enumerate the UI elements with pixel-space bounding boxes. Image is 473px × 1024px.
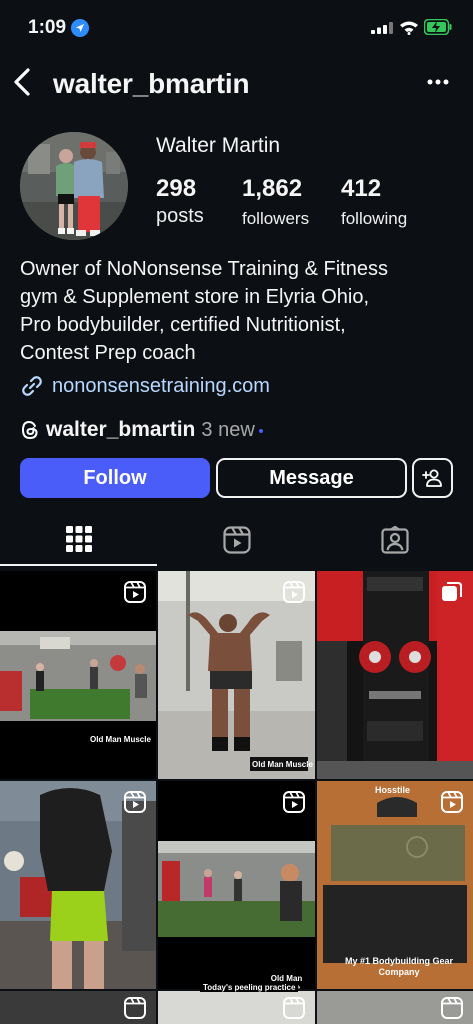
status-time: 1:09 (28, 17, 67, 38)
reel-indicator-icon (441, 997, 463, 1019)
reel-indicator-icon (283, 791, 305, 813)
back-chevron-icon[interactable] (10, 66, 38, 98)
more-options-icon[interactable] (424, 72, 452, 92)
link-text: nononsensetraining.com (52, 374, 270, 397)
tagged-icon (380, 526, 409, 554)
post-caption-2: Old Man Muscle (252, 760, 313, 769)
threads-badge[interactable]: walter_bmartin 3 new (20, 416, 263, 444)
profile-header: walter_bmartin (0, 56, 473, 110)
grid-icon (65, 526, 92, 552)
tab-tagged[interactable] (316, 518, 473, 566)
following-label: following (341, 209, 408, 228)
tab-reels[interactable] (158, 518, 315, 566)
threads-new-count: 3 new (201, 418, 255, 441)
post-thumbnail-8[interactable] (158, 991, 315, 1024)
threads-handle: walter_bmartin (46, 418, 196, 441)
followers-count: 1,862 (242, 175, 303, 202)
carousel-indicator-icon (442, 582, 462, 601)
post-thumbnail-2[interactable]: Old Man Muscle (158, 571, 315, 779)
display-name: Walter Martin (156, 134, 281, 157)
reel-indicator-icon (124, 791, 146, 813)
followers-label: followers (242, 209, 310, 228)
profile-tabs (0, 518, 473, 566)
post-thumbnail-9[interactable] (317, 991, 473, 1024)
active-tab-indicator (0, 564, 157, 566)
wifi-icon (400, 21, 418, 35)
cellular-signal-icon (371, 22, 393, 34)
tab-posts[interactable] (0, 518, 157, 566)
message-button[interactable]: Message (216, 458, 407, 498)
location-arrow-icon (71, 19, 89, 37)
posts-count: 298 (156, 175, 197, 202)
profile-avatar[interactable] (20, 132, 128, 240)
battery-charging-icon (424, 19, 452, 35)
reel-indicator-icon (283, 581, 305, 603)
post-caption-6: My #1 Bodybuilding Gear Company (344, 956, 454, 977)
posts-label: posts (156, 205, 204, 227)
reel-indicator-icon (283, 997, 305, 1019)
add-person-icon (421, 469, 442, 487)
threads-new-dot (258, 429, 263, 433)
post-thumbnail-5[interactable]: Old Man Muscle (158, 781, 315, 989)
suggested-accounts-button[interactable] (412, 458, 453, 498)
header-username: walter_bmartin (53, 68, 250, 99)
reels-icon (222, 526, 251, 554)
status-bar: 1:09 (0, 0, 473, 56)
post-top-caption-6: Hosstile (375, 785, 411, 795)
post-thumbnail-6[interactable]: Hosstile My #1 Bodybuilding Gear Company (317, 781, 473, 989)
post-caption-1: Old Man Muscle (90, 735, 151, 744)
following-stat[interactable]: 412 following (341, 175, 407, 229)
following-count: 412 (341, 175, 382, 202)
post-thumbnail-4[interactable] (0, 781, 156, 989)
reel-indicator-icon (441, 791, 463, 813)
post-thumbnail-7[interactable] (0, 991, 156, 1024)
reel-indicator-icon (124, 997, 146, 1019)
threads-logo-icon (21, 420, 38, 440)
posts-grid: Old Man Muscle Old Man Muscle Old Man Ho… (0, 571, 473, 1024)
followers-stat[interactable]: 1,862 followers (242, 175, 309, 229)
profile-link[interactable]: nononsensetraining.com (20, 372, 270, 400)
follow-button[interactable]: Follow (20, 458, 210, 498)
profile-bio: Owner of NoNonsense Training & Fitness g… (20, 258, 388, 364)
post-thumbnail-3[interactable] (317, 571, 473, 779)
post-top-caption-5: Today's peeling practice (200, 983, 299, 992)
link-icon (22, 376, 42, 396)
posts-stat[interactable]: 298 posts (156, 175, 204, 228)
post-thumbnail-1[interactable]: Old Man Muscle (0, 571, 156, 779)
reel-indicator-icon (124, 581, 146, 603)
